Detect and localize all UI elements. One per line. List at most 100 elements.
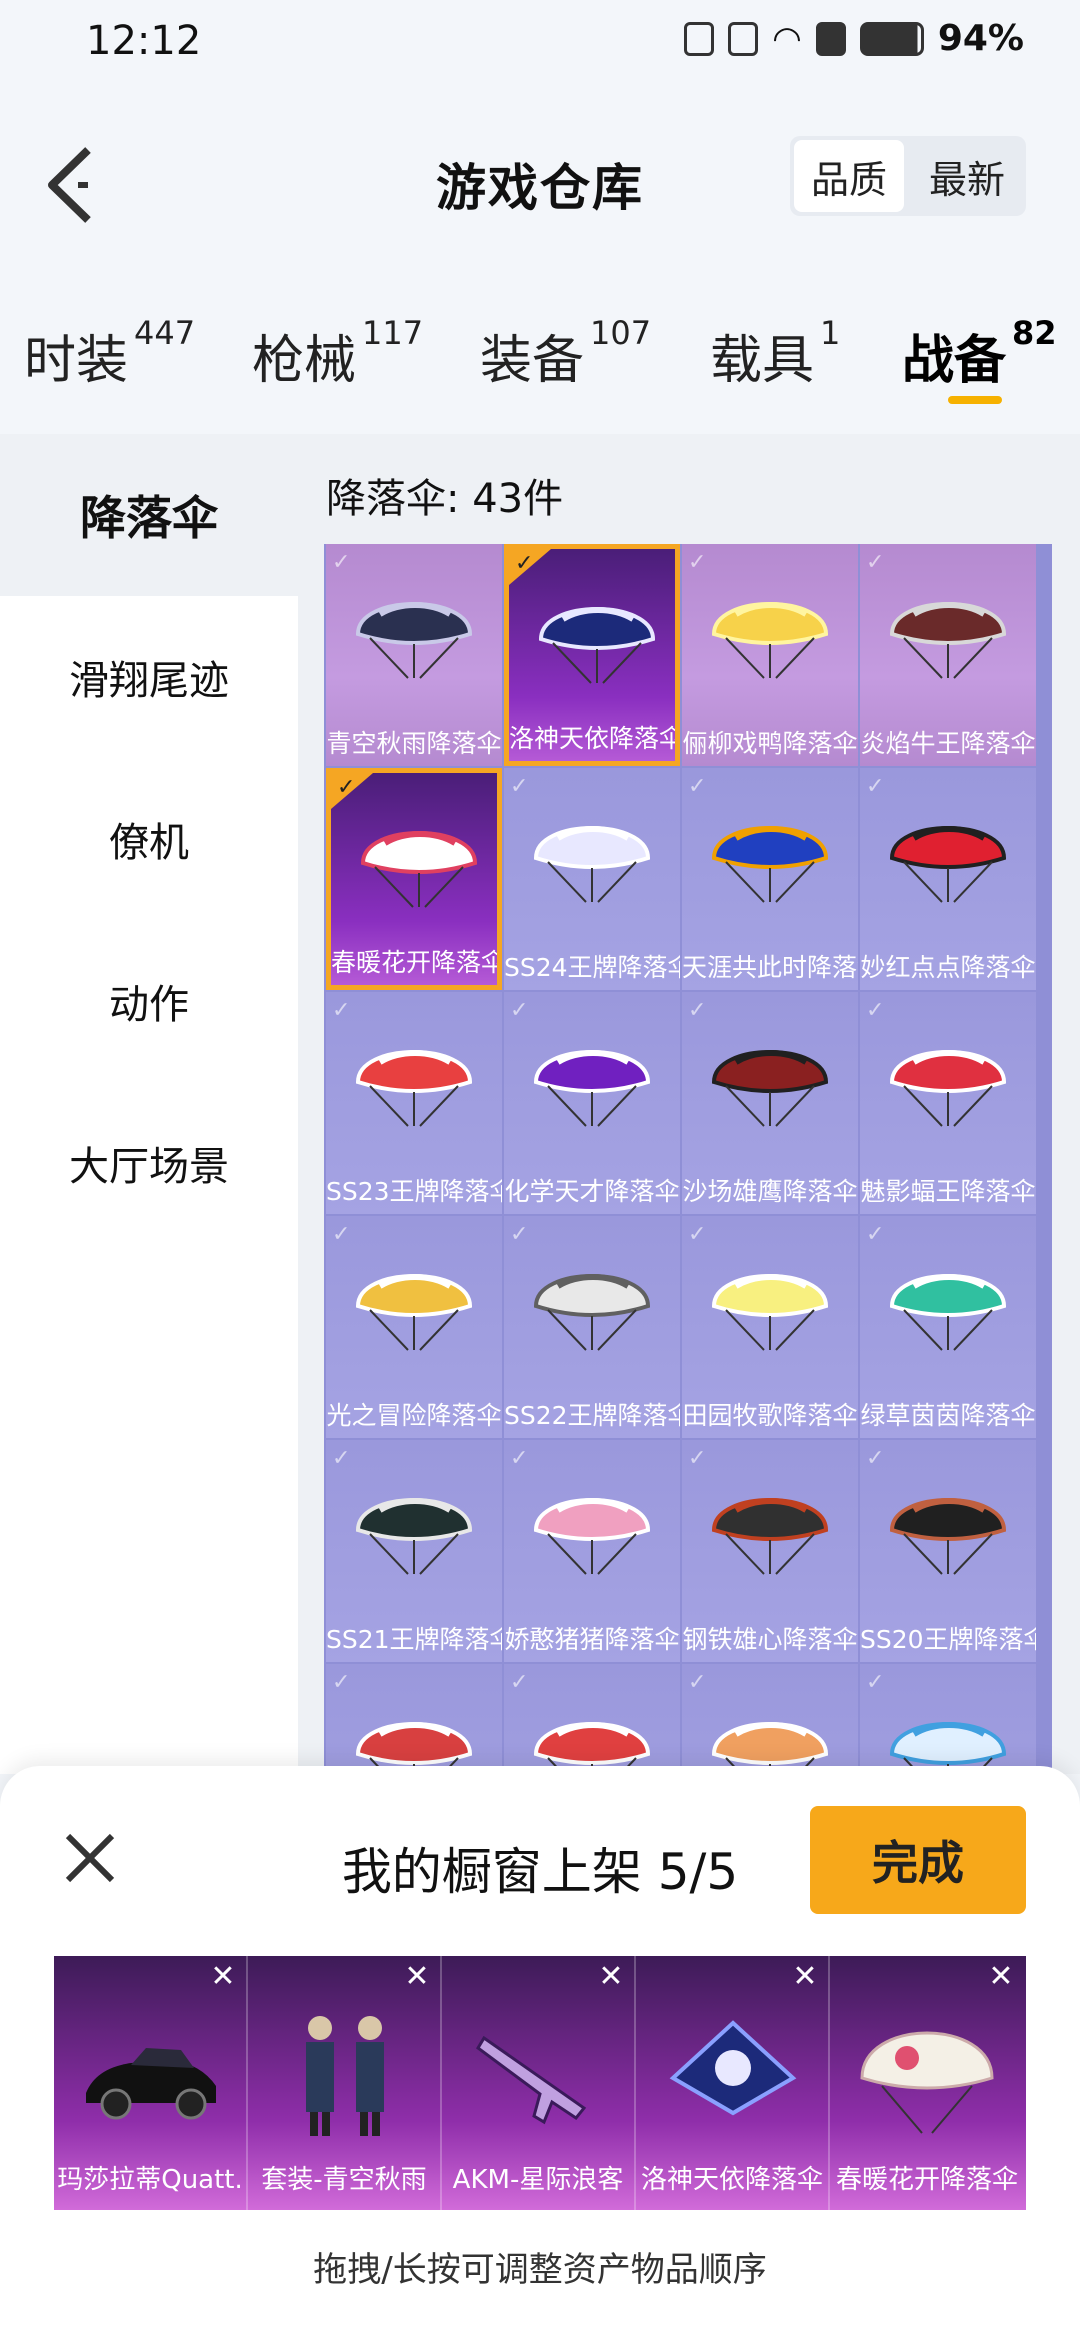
- parachute-icon: [533, 1050, 651, 1127]
- alert-icon: [815, 21, 846, 56]
- showcase-item[interactable]: ✕ AKM-星际浪客: [442, 1956, 636, 2210]
- parachute-name: SS23王牌降落伞: [326, 1177, 502, 1206]
- tab-count: 447: [134, 314, 196, 352]
- parachute-icon: [860, 2031, 994, 2134]
- showcase-item[interactable]: ✕ 春暖花开降落伞: [830, 1956, 1024, 2210]
- parachute-icon: [355, 1050, 473, 1127]
- parachute-name: SS24王牌降落伞: [504, 953, 680, 982]
- parachute-name: 炎焰牛王降落伞: [860, 729, 1036, 758]
- tab-vehicles[interactable]: 载具 1: [710, 314, 840, 393]
- nfc-icon: [684, 21, 715, 56]
- unselected-check-icon: ✓: [866, 998, 885, 1023]
- parachute-icon: [355, 1274, 473, 1351]
- parachute-item[interactable]: ✓ 沙场雄鹰降落伞: [682, 992, 858, 1214]
- reorder-hint: 拖拽/长按可调整资产物品顺序: [313, 2250, 767, 2290]
- sidebar: 降落伞 滑翔尾迹 僚机 动作 大厅场景: [0, 434, 298, 1774]
- parachute-item[interactable]: ✓ 春暖花开降落伞: [326, 768, 502, 990]
- tab-label: 装备: [480, 331, 585, 391]
- unselected-check-icon: ✓: [510, 1222, 529, 1247]
- parachute-icon: [711, 1050, 829, 1127]
- parachute-item[interactable]: ✓ 青空秋雨降落伞: [326, 544, 502, 766]
- parachute-icon: [533, 1274, 651, 1351]
- unselected-check-icon: ✓: [510, 1670, 529, 1695]
- done-button[interactable]: 完成: [810, 1806, 1026, 1914]
- sidebar-item-emote[interactable]: 动作: [0, 920, 298, 1082]
- parachute-icon: [355, 1498, 473, 1575]
- parachute-item[interactable]: ✓ 洛神天依降落伞: [504, 544, 680, 766]
- sidebar-item-glide-trail[interactable]: 滑翔尾迹: [0, 596, 298, 758]
- parachute-name: 青空秋雨降落伞: [326, 729, 502, 758]
- parachute-item[interactable]: ✓ 魅影蝠王降落伞: [860, 992, 1036, 1214]
- parachute-item[interactable]: ✓ SS21王牌降落伞: [326, 1440, 502, 1662]
- parachute-item[interactable]: ✓ 炎焰牛王降落伞: [860, 544, 1036, 766]
- sidebar-item-parachute[interactable]: 降落伞: [0, 434, 298, 596]
- parachute-item[interactable]: ✓ 光之冒险降落伞: [326, 1216, 502, 1438]
- sidebar-item-wingman[interactable]: 僚机: [0, 758, 298, 920]
- parachute-item[interactable]: ✓ 田园牧歌降落伞: [682, 1216, 858, 1438]
- header: 游戏仓库 品质 最新: [0, 130, 1080, 240]
- tab-count: 117: [362, 314, 424, 352]
- vibrate-icon: [728, 21, 759, 56]
- tab-equipment[interactable]: 装备 107: [480, 314, 651, 393]
- showcase-item-label: 洛神天依降落伞: [640, 2165, 823, 2195]
- parachute-item[interactable]: ✓ SS24王牌降落伞: [504, 768, 680, 990]
- tab-readiness[interactable]: 战备 82: [902, 314, 1057, 393]
- status-time: 12:12: [86, 18, 202, 64]
- showcase-item-label: 套装-青空秋雨: [261, 2165, 427, 2195]
- remove-icon[interactable]: ✕: [986, 1962, 1016, 1992]
- showcase-item[interactable]: ✕ 套装-青空秋雨: [248, 1956, 442, 2210]
- remove-icon[interactable]: ✕: [790, 1962, 820, 1992]
- parachute-name: 洛神天依降落伞: [509, 724, 675, 753]
- unselected-check-icon: ✓: [866, 1670, 885, 1695]
- content-panel: 降落伞: 43件 ✓ 青空秋雨降落伞 ✓ 洛神天依降落伞 ✓ 俪柳戏鸭降落伞 ✓ 炎焰牛王降落…: [298, 434, 1080, 1794]
- parachute-icon: [711, 602, 829, 679]
- remove-icon[interactable]: ✕: [596, 1962, 626, 1992]
- parachute-item[interactable]: ✓ 娇憨猪猪降落伞: [504, 1440, 680, 1662]
- unselected-check-icon: ✓: [510, 998, 529, 1023]
- sidebar-item-lobby-scene[interactable]: 大厅场景: [0, 1082, 298, 1244]
- parachute-name: 妙红点点降落伞: [860, 953, 1036, 982]
- parachute-item[interactable]: ✓ 妙红点点降落伞: [860, 768, 1036, 990]
- parachute-item[interactable]: ✓ 绿草茵茵降落伞: [860, 1216, 1036, 1438]
- unselected-check-icon: ✓: [688, 774, 707, 799]
- parachute-item[interactable]: ✓ SS20王牌降落伞: [860, 1440, 1036, 1662]
- tab-count: 82: [1012, 314, 1057, 352]
- showcase-sheet: 我的橱窗上架 5/5 完成 ✕ 玛莎拉蒂Quatt. ✕ 套装-青空秋雨 ✕ AKM-星际…: [0, 1766, 1080, 2340]
- tab-count: 1: [820, 314, 841, 352]
- parachute-item[interactable]: ✓ SS23王牌降落伞: [326, 992, 502, 1214]
- parachute-icon: [889, 826, 1007, 903]
- parachute-icon: [889, 602, 1007, 679]
- parachute-item[interactable]: ✓ 化学天才降落伞: [504, 992, 680, 1214]
- unselected-check-icon: ✓: [332, 550, 351, 575]
- tab-fashion[interactable]: 时装 447: [24, 314, 195, 393]
- category-tabs: 时装 447 枪械 117 装备 107 载具 1 战备 82: [0, 300, 1080, 430]
- parachute-name: 化学天才降落伞: [504, 1177, 680, 1206]
- wifi-icon: ◠: [772, 18, 802, 59]
- showcase-item[interactable]: ✕ 洛神天依降落伞: [636, 1956, 830, 2210]
- unselected-check-icon: ✓: [332, 1670, 351, 1695]
- sort-latest-button[interactable]: 最新: [912, 140, 1022, 212]
- parachute-item[interactable]: ✓ 俪柳戏鸭降落伞: [682, 544, 858, 766]
- checkmark-icon: ✓: [515, 551, 534, 576]
- parachute-item[interactable]: ✓ 天涯共此时降落伞: [682, 768, 858, 990]
- unselected-check-icon: ✓: [688, 998, 707, 1023]
- tab-label: 时装: [24, 331, 129, 391]
- parachute-icon: [711, 1498, 829, 1575]
- parachute-name: 俪柳戏鸭降落伞: [682, 729, 858, 758]
- unselected-check-icon: ✓: [510, 1446, 529, 1471]
- parachute-item[interactable]: ✓ SS22王牌降落伞: [504, 1216, 680, 1438]
- unselected-check-icon: ✓: [688, 1670, 707, 1695]
- tab-label: 载具: [710, 331, 815, 391]
- showcase-item-label: 春暖花开降落伞: [835, 2165, 1018, 2195]
- tab-guns[interactable]: 枪械 117: [252, 314, 423, 393]
- parachute-icon: [889, 1274, 1007, 1351]
- remove-icon[interactable]: ✕: [208, 1962, 238, 1992]
- sort-quality-button[interactable]: 品质: [794, 140, 904, 212]
- parachute-item[interactable]: ✓ 钢铁雄心降落伞: [682, 1440, 858, 1662]
- remove-icon[interactable]: ✕: [402, 1962, 432, 1992]
- showcase-item[interactable]: ✕ 玛莎拉蒂Quatt.: [54, 1956, 248, 2210]
- active-tab-indicator: [948, 396, 1002, 404]
- parachute-name: 绿草茵茵降落伞: [860, 1401, 1036, 1430]
- parachute-icon: [533, 826, 651, 903]
- parachute-name: SS22王牌降落伞: [504, 1401, 680, 1430]
